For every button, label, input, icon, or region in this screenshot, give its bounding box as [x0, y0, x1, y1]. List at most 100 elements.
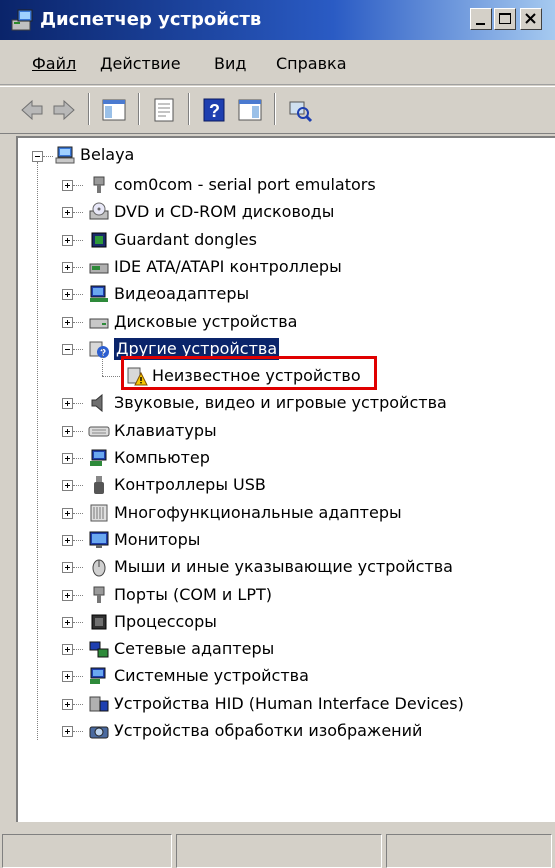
menu-bar: Файл Действие Вид Справка [0, 42, 555, 85]
tree-item[interactable]: Устройства HID (Human Interface Devices) [18, 691, 548, 717]
collapse-toggle[interactable] [62, 344, 73, 355]
speaker-icon [91, 393, 103, 413]
expand-toggle[interactable] [62, 289, 73, 300]
menu-action-label: Действие [100, 54, 181, 73]
tree-connector [73, 595, 83, 596]
highlight-box [121, 356, 377, 390]
minimize-button[interactable] [470, 8, 492, 30]
menu-help-label: Справка [276, 54, 347, 73]
tree-connector [102, 349, 103, 376]
tree-item[interactable]: Клавиатуры [18, 418, 548, 444]
toolbar-separator [188, 93, 190, 125]
device-manager-icon [11, 9, 33, 31]
expand-toggle[interactable] [62, 508, 73, 519]
tree-item-label: com0com - serial port emulators [114, 175, 376, 194]
tree-connector [73, 240, 83, 241]
tree-item-label: Устройства HID (Human Interface Devices) [114, 694, 464, 713]
toolbar: ? [0, 86, 555, 134]
expand-toggle[interactable] [62, 235, 73, 246]
port-icon [93, 586, 105, 603]
tree-item-label: Сетевые адаптеры [114, 639, 275, 658]
tree-item-label: DVD и CD-ROM дисководы [114, 202, 335, 221]
tree-item-label: Guardant dongles [114, 230, 257, 249]
tree-item-label: Звуковые, видео и игровые устройства [114, 393, 447, 412]
expand-toggle[interactable] [62, 644, 73, 655]
tree-item[interactable]: Дисковые устройства [18, 309, 548, 335]
expand-toggle[interactable] [62, 207, 73, 218]
expand-toggle[interactable] [62, 180, 73, 191]
tree-item-label: Контроллеры USB [114, 475, 266, 494]
chip-icon [91, 232, 107, 248]
title-bar[interactable]: Диспетчер устройств [0, 0, 555, 40]
monitor-icon [89, 531, 109, 548]
tree-item-label: Клавиатуры [114, 421, 217, 440]
back-arrow-icon[interactable] [18, 96, 46, 124]
hid-icon [89, 696, 109, 712]
expand-toggle[interactable] [62, 398, 73, 409]
tree-connector [73, 322, 83, 323]
network-icon [89, 641, 109, 658]
tree-item[interactable]: Мыши и иные указывающие устройства [18, 554, 548, 580]
tree-item[interactable]: Порты (COM и LPT) [18, 582, 548, 608]
tree-item-label: Многофункциональные адаптеры [114, 503, 402, 522]
toolbar-separator [274, 93, 276, 125]
expand-toggle[interactable] [62, 426, 73, 437]
cpu-icon [91, 614, 107, 630]
device-tree[interactable]: Belaya com0com - serial port emulators DV… [16, 136, 555, 822]
tree-connector [43, 156, 53, 157]
scan-hardware-icon[interactable] [286, 96, 314, 124]
status-panel [2, 834, 172, 868]
status-panel [176, 834, 382, 868]
expand-toggle[interactable] [62, 535, 73, 546]
help-icon[interactable]: ? [200, 96, 228, 124]
expand-toggle[interactable] [62, 699, 73, 710]
forward-arrow-icon[interactable] [50, 96, 78, 124]
expand-toggle[interactable] [62, 562, 73, 573]
expand-toggle[interactable] [62, 262, 73, 273]
tree-connector [73, 540, 83, 541]
expand-toggle[interactable] [62, 453, 73, 464]
tree-item[interactable]: Компьютер [18, 445, 548, 471]
tree-item[interactable]: com0com - serial port emulators [18, 172, 548, 198]
expand-toggle[interactable] [62, 617, 73, 628]
tree-item[interactable]: Сетевые адаптеры [18, 636, 548, 662]
maximize-button[interactable] [494, 8, 516, 30]
computer-icon [55, 146, 75, 164]
tree-item[interactable]: IDE ATA/ATAPI контроллеры [18, 254, 548, 280]
tree-item[interactable]: Устройства обработки изображений [18, 718, 548, 744]
tree-connector [73, 731, 83, 732]
expand-toggle[interactable] [62, 671, 73, 682]
tree-item[interactable]: Видеоадаптеры [18, 281, 548, 307]
view-icon[interactable] [236, 96, 264, 124]
menu-action[interactable]: Действие [100, 54, 181, 73]
expand-toggle[interactable] [62, 726, 73, 737]
tree-item[interactable]: Многофункциональные адаптеры [18, 500, 548, 526]
display-adapter-icon [90, 285, 108, 302]
show-hide-tree-icon[interactable] [100, 96, 128, 124]
menu-help[interactable]: Справка [276, 54, 347, 73]
tree-root-label[interactable]: Belaya [80, 144, 134, 166]
collapse-toggle[interactable] [32, 151, 43, 162]
tree-item[interactable]: Процессоры [18, 609, 548, 635]
tree-item[interactable]: DVD и CD-ROM дисководы [18, 199, 548, 225]
tree-item-label: Порты (COM и LPT) [114, 585, 272, 604]
tree-item-label: Устройства обработки изображений [114, 721, 423, 740]
mouse-icon [92, 559, 106, 577]
minimize-icon [476, 23, 485, 25]
properties-icon[interactable] [150, 96, 178, 124]
close-button[interactable] [520, 8, 542, 30]
svg-text:?: ? [209, 101, 220, 121]
unknown-device-icon: ? [89, 341, 109, 359]
tree-connector [73, 676, 83, 677]
expand-toggle[interactable] [62, 480, 73, 491]
tree-item[interactable]: Системные устройства [18, 663, 548, 689]
menu-view[interactable]: Вид [214, 54, 246, 73]
menu-file[interactable]: Файл [32, 54, 76, 73]
expand-toggle[interactable] [62, 317, 73, 328]
tree-item[interactable]: Guardant dongles [18, 227, 548, 253]
tree-item[interactable]: Мониторы [18, 527, 548, 553]
tree-connector [73, 403, 83, 404]
tree-item[interactable]: Контроллеры USB [18, 472, 548, 498]
expand-toggle[interactable] [62, 590, 73, 601]
tree-item[interactable]: Звуковые, видео и игровые устройства [18, 390, 548, 416]
